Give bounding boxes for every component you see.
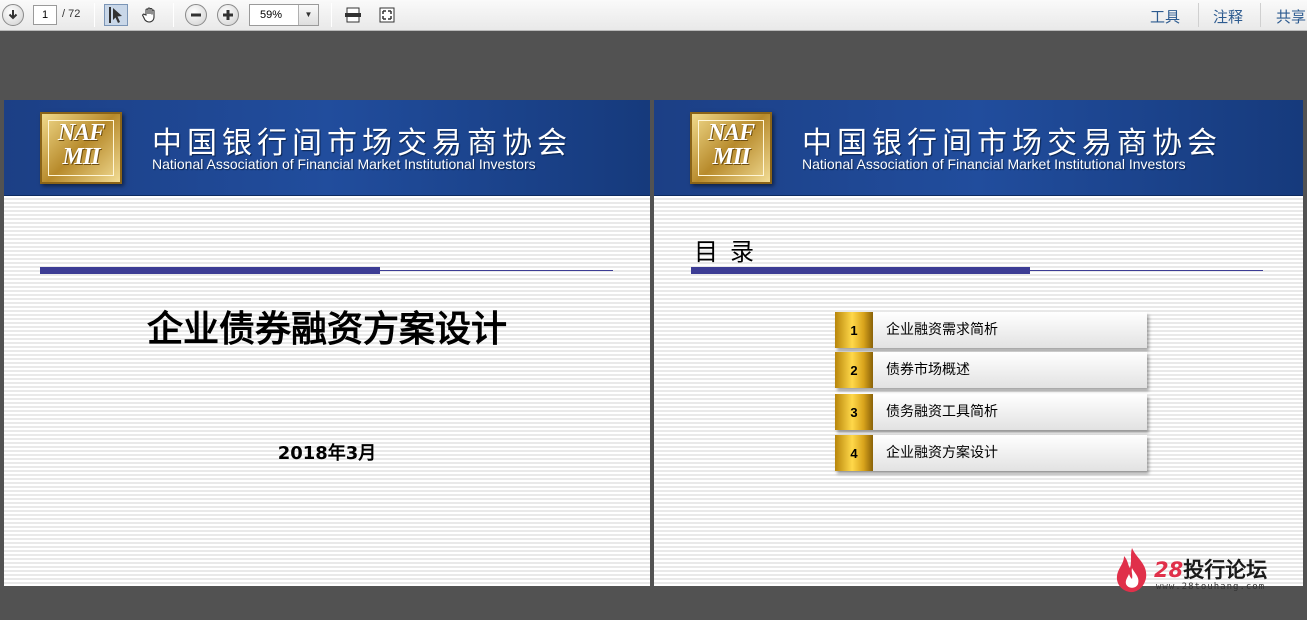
- toc-item-label: 企业融资方案设计: [886, 445, 998, 461]
- logo-text-top: NAF: [707, 120, 755, 146]
- watermark-name: 投行论坛: [1183, 558, 1268, 582]
- watermark-title: 28投行论坛: [1154, 554, 1267, 584]
- cursor-icon: [109, 7, 122, 23]
- toc-item-number: 3: [835, 394, 873, 430]
- flame-icon: [1116, 548, 1147, 593]
- document-date: 2018年3月: [277, 443, 377, 464]
- watermark-url: www.28touhang.com: [1156, 582, 1266, 592]
- comment-link[interactable]: 注释: [1213, 6, 1243, 27]
- toc-item: 2 债券市场概述: [835, 352, 1147, 388]
- logo-text-bottom: MII: [62, 144, 100, 170]
- download-icon[interactable]: [2, 4, 24, 26]
- toolbar-divider: [173, 3, 174, 27]
- select-tool-button[interactable]: [104, 4, 128, 26]
- toc-item-number: 2: [835, 352, 873, 388]
- slide-toc: NAF MII 中国银行间市场交易商协会 National Associatio…: [654, 100, 1303, 586]
- org-name-en: National Association of Financial Market…: [152, 156, 536, 172]
- org-name-en: National Association of Financial Market…: [802, 156, 1186, 172]
- plus-icon: [223, 10, 233, 20]
- fit-width-icon: [345, 7, 361, 23]
- nafmii-logo: NAF MII: [40, 112, 122, 184]
- toc-item-number: 1: [835, 312, 873, 348]
- toolbar-divider: [94, 3, 95, 27]
- zoom-in-button[interactable]: [217, 4, 239, 26]
- toc-item-label: 企业融资需求简析: [886, 322, 998, 338]
- slide-banner: NAF MII 中国银行间市场交易商协会 National Associatio…: [654, 100, 1303, 196]
- toc-rule-thin: [1030, 270, 1263, 271]
- toc-item: 3 债务融资工具简析: [835, 394, 1147, 430]
- fit-page-icon: [379, 7, 395, 23]
- fit-page-button[interactable]: [376, 4, 398, 26]
- minus-icon: [191, 13, 201, 17]
- toolbar-divider: [1260, 3, 1261, 27]
- hand-tool-button[interactable]: [138, 4, 162, 26]
- hand-icon: [142, 7, 155, 23]
- page-total-label: / 72: [62, 8, 81, 20]
- zoom-out-button[interactable]: [185, 4, 207, 26]
- title-rule-thick: [40, 267, 380, 274]
- fit-width-button[interactable]: [342, 4, 364, 26]
- forum-watermark: 28投行论坛 www.28touhang.com: [1112, 544, 1302, 600]
- logo-text-bottom: MII: [712, 144, 750, 170]
- page-number-input[interactable]: 1: [33, 5, 57, 25]
- zoom-value: 59%: [260, 9, 283, 21]
- toc-item-number: 4: [835, 435, 873, 471]
- toc-item-label: 债务融资工具简析: [886, 404, 998, 420]
- toolbar-divider: [1198, 3, 1199, 27]
- toolbar-divider: [331, 3, 332, 27]
- document-title: 企业债券融资方案设计: [146, 309, 507, 350]
- toc-item: 1 企业融资需求简析: [835, 312, 1147, 348]
- toc-item: 4 企业融资方案设计: [835, 435, 1147, 471]
- zoom-select[interactable]: 59% ▼: [249, 4, 319, 26]
- slide-cover: NAF MII 中国银行间市场交易商协会 National Associatio…: [4, 100, 650, 586]
- share-link[interactable]: 共享: [1276, 6, 1306, 27]
- watermark-number: 28: [1154, 558, 1184, 582]
- toc-rule-thick: [691, 267, 1030, 274]
- slide-banner: NAF MII 中国银行间市场交易商协会 National Associatio…: [4, 100, 650, 196]
- tools-link[interactable]: 工具: [1150, 6, 1180, 27]
- chevron-down-icon[interactable]: ▼: [298, 5, 318, 25]
- nafmii-logo: NAF MII: [690, 112, 772, 184]
- toc-item-label: 债券市场概述: [886, 362, 970, 378]
- title-rule-thin: [380, 270, 613, 271]
- toc-heading: 目录: [694, 238, 766, 266]
- pdf-toolbar: 1 / 72 59% ▼ 工具 注释 共享: [0, 0, 1307, 31]
- logo-text-top: NAF: [57, 120, 105, 146]
